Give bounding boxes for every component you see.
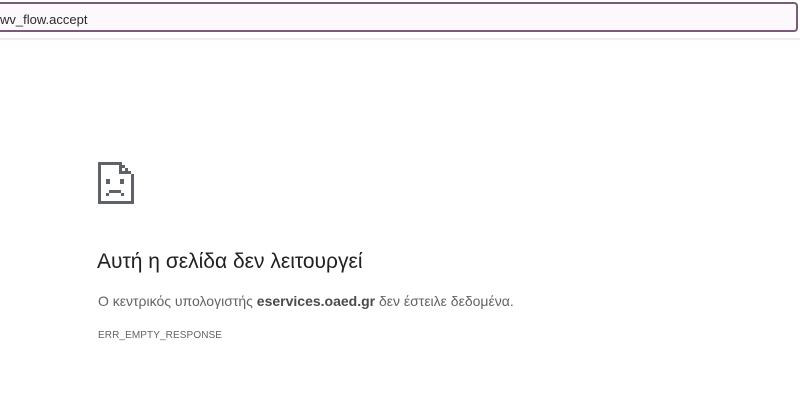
error-host: eservices.oaed.gr bbox=[256, 293, 376, 309]
address-bar[interactable]: wv_flow.accept bbox=[0, 2, 798, 32]
error-message: Ο κεντρικός υπολογιστής eservices.oaed.g… bbox=[98, 293, 514, 309]
address-bar-divider bbox=[0, 38, 800, 40]
error-code: ERR_EMPTY_RESPONSE bbox=[98, 330, 223, 341]
error-message-suffix: δεν έστειλε δεδομένα. bbox=[375, 293, 514, 309]
error-message-prefix: Ο κεντρικός υπολογιστής bbox=[98, 293, 257, 309]
sad-document-icon bbox=[98, 162, 134, 204]
browser-viewport: wv_flow.accept Αυτή η σελίδα δεν λειτουρ… bbox=[0, 0, 800, 400]
error-title: Αυτή η σελίδα δεν λειτουργεί bbox=[97, 250, 363, 273]
address-bar-text[interactable]: wv_flow.accept bbox=[0, 12, 87, 27]
